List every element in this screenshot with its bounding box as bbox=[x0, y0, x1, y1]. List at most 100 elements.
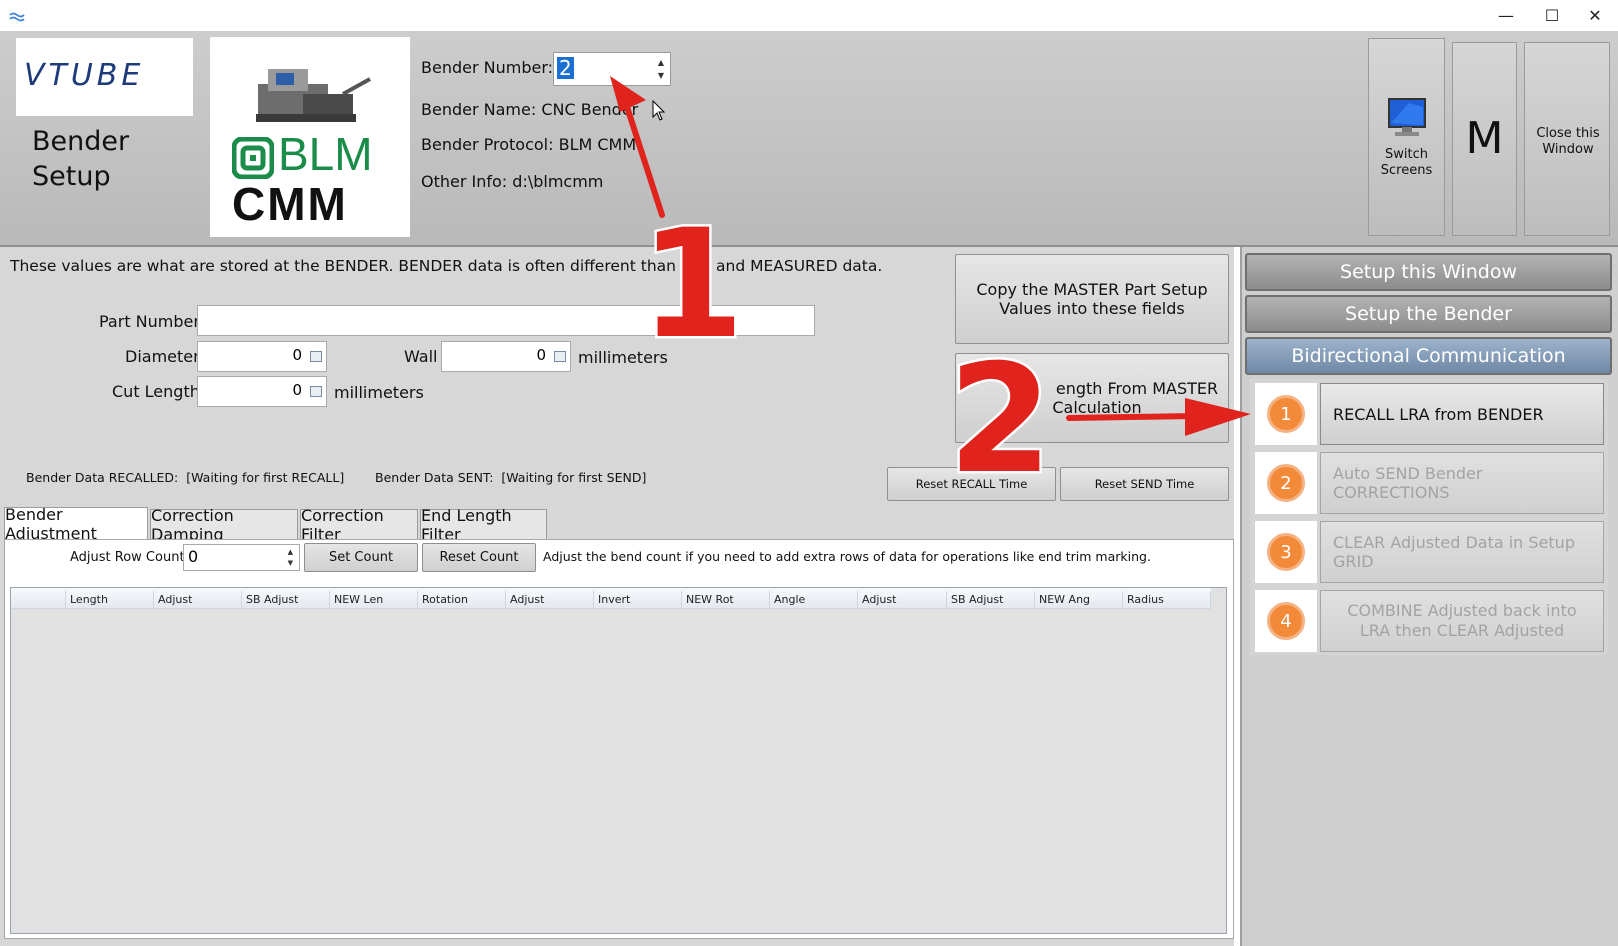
step-circle: 3 bbox=[1267, 533, 1305, 571]
reset-count-button[interactable]: Reset Count bbox=[422, 543, 536, 572]
step-4-number: 4 bbox=[1255, 590, 1317, 652]
spin-down-icon[interactable]: ▼ bbox=[288, 559, 293, 567]
tab-correction-filter[interactable]: Correction Filter bbox=[300, 506, 418, 544]
tab-correction-damping[interactable]: Correction Damping bbox=[150, 506, 298, 544]
step-3-number: 3 bbox=[1255, 521, 1317, 583]
column-header[interactable]: Rotation bbox=[418, 591, 506, 608]
m-button[interactable]: M bbox=[1452, 42, 1517, 236]
calculator-icon[interactable] bbox=[310, 351, 322, 362]
setup-this-window-button[interactable]: Setup this Window bbox=[1245, 253, 1612, 291]
step-label: RECALL LRA from BENDER bbox=[1333, 404, 1544, 424]
reset-count-label: Reset Count bbox=[439, 550, 519, 565]
info-text: These values are what are stored at the … bbox=[10, 257, 706, 275]
wall-label: Wall bbox=[404, 347, 438, 366]
calculator-icon[interactable] bbox=[310, 386, 322, 397]
column-header[interactable]: Adjust bbox=[154, 591, 242, 608]
clear-adjusted-button[interactable]: CLEAR Adjusted Data in Setup GRID bbox=[1320, 521, 1604, 583]
calculator-icon[interactable] bbox=[554, 351, 566, 362]
reset-send-label: Reset SEND Time bbox=[1094, 477, 1195, 491]
cut-length-label: Cut Length bbox=[112, 382, 200, 401]
bender-protocol-label: Bender Protocol: bbox=[421, 135, 554, 154]
adjust-row-label: Adjust Row Count: bbox=[70, 550, 189, 565]
blm-text: BLM bbox=[278, 128, 373, 180]
column-header[interactable]: Angle bbox=[770, 591, 858, 608]
nav-label: Setup the Bender bbox=[1345, 303, 1512, 325]
close-this-window-button[interactable]: Close this Window bbox=[1524, 42, 1610, 236]
column-header[interactable] bbox=[11, 591, 66, 608]
tab-label: Correction Filter bbox=[301, 505, 384, 544]
wall-input[interactable]: 0 bbox=[441, 341, 571, 372]
blm-emblem-icon bbox=[231, 136, 275, 180]
info-text-main: These values are what are stored at the … bbox=[10, 257, 707, 275]
page-title-line2: Setup bbox=[32, 161, 111, 192]
recall-lra-button[interactable]: RECALL LRA from BENDER bbox=[1320, 383, 1604, 445]
column-header[interactable]: NEW Len bbox=[330, 591, 418, 608]
spin-up-icon[interactable]: ▲ bbox=[658, 58, 664, 67]
adjust-row-spinner[interactable]: 0 ▲ ▼ bbox=[183, 544, 300, 571]
cut-length-input[interactable]: 0 bbox=[197, 376, 327, 407]
adjustment-grid[interactable] bbox=[10, 587, 1227, 934]
other-info-label: Other Info: bbox=[421, 172, 508, 191]
blm-cmm-logo: BLM CMM bbox=[210, 37, 410, 237]
other-info-value: d:\blmcmm bbox=[512, 172, 604, 191]
page-title: Bender Setup bbox=[32, 124, 129, 194]
step-2-number: 2 bbox=[1255, 452, 1317, 514]
bender-name-label: Bender Name: bbox=[421, 100, 537, 119]
set-count-button[interactable]: Set Count bbox=[304, 543, 418, 572]
tab-bender-adjustment[interactable]: Bender Adjustment bbox=[4, 505, 148, 543]
tab-label: Bender Adjustment bbox=[5, 505, 97, 543]
close-window-button[interactable]: ✕ bbox=[1572, 0, 1618, 31]
bender-number-value: 2 bbox=[557, 56, 574, 80]
wall-value: 0 bbox=[536, 346, 546, 364]
switch-screens-label: Switch Screens bbox=[1380, 147, 1433, 178]
close-this-window-label: Close this Window bbox=[1536, 126, 1600, 157]
column-header[interactable]: Adjust bbox=[506, 591, 594, 608]
step-label: Auto SEND Bender CORRECTIONS bbox=[1333, 464, 1483, 502]
column-header[interactable]: SB Adjust bbox=[242, 591, 330, 608]
bidirectional-communication-button[interactable]: Bidirectional Communication bbox=[1245, 337, 1612, 375]
app-icon bbox=[9, 8, 25, 22]
column-header[interactable]: NEW Rot bbox=[682, 591, 770, 608]
m-label: M bbox=[1465, 113, 1504, 164]
title-bar: — ☐ ✕ bbox=[0, 0, 1618, 31]
column-header[interactable]: Radius bbox=[1123, 591, 1211, 608]
part-number-label: Part Number bbox=[99, 312, 200, 331]
step-circle: 2 bbox=[1267, 464, 1305, 502]
column-header[interactable]: SB Adjust bbox=[947, 591, 1035, 608]
diameter-value: 0 bbox=[292, 346, 302, 364]
column-header[interactable]: Adjust bbox=[858, 591, 947, 608]
reset-send-time-button[interactable]: Reset SEND Time bbox=[1060, 467, 1229, 501]
adjust-hint: Adjust the bend count if you need to add… bbox=[543, 549, 1151, 564]
column-header[interactable]: Invert bbox=[594, 591, 682, 608]
setup-the-bender-button[interactable]: Setup the Bender bbox=[1245, 295, 1612, 333]
sent-status: Bender Data SENT: [Waiting for first SEN… bbox=[375, 470, 647, 485]
diameter-input[interactable]: 0 bbox=[197, 341, 327, 372]
bender-number-label: Bender Number: bbox=[421, 58, 554, 77]
copy-master-label: Copy the MASTER Part Setup Values into t… bbox=[976, 280, 1208, 318]
cut-length-value: 0 bbox=[292, 381, 302, 399]
column-header[interactable]: NEW Ang bbox=[1035, 591, 1123, 608]
step-label: COMBINE Adjusted back into LRA then CLEA… bbox=[1347, 601, 1577, 640]
tab-label: Correction Damping bbox=[151, 505, 234, 544]
maximize-button[interactable]: ☐ bbox=[1529, 0, 1575, 31]
bender-machine-image bbox=[248, 49, 374, 139]
set-count-label: Set Count bbox=[328, 550, 394, 565]
vtube-logo: VTUBE bbox=[16, 38, 193, 116]
tab-end-length-filter[interactable]: End Length Filter bbox=[420, 506, 547, 544]
step-1-number: 1 bbox=[1255, 383, 1317, 445]
switch-screens-button[interactable]: Switch Screens bbox=[1368, 38, 1445, 236]
callout-number-1: 1 bbox=[637, 198, 746, 372]
column-header[interactable]: Length bbox=[66, 591, 154, 608]
step-circle: 4 bbox=[1267, 602, 1305, 640]
auto-send-corrections-button[interactable]: Auto SEND Bender CORRECTIONS bbox=[1320, 452, 1604, 514]
page-title-line1: Bender bbox=[32, 126, 130, 157]
tab-label: End Length Filter bbox=[421, 505, 512, 544]
cut-length-units: millimeters bbox=[334, 383, 424, 402]
spin-up-icon[interactable]: ▲ bbox=[288, 548, 293, 556]
adjust-row-value: 0 bbox=[188, 547, 199, 566]
minimize-button[interactable]: — bbox=[1483, 0, 1529, 31]
callout-number-2: 2 bbox=[945, 333, 1054, 507]
copy-master-button[interactable]: Copy the MASTER Part Setup Values into t… bbox=[955, 254, 1229, 344]
combine-adjusted-button[interactable]: COMBINE Adjusted back into LRA then CLEA… bbox=[1320, 590, 1604, 652]
step-label: CLEAR Adjusted Data in Setup GRID bbox=[1333, 533, 1575, 571]
